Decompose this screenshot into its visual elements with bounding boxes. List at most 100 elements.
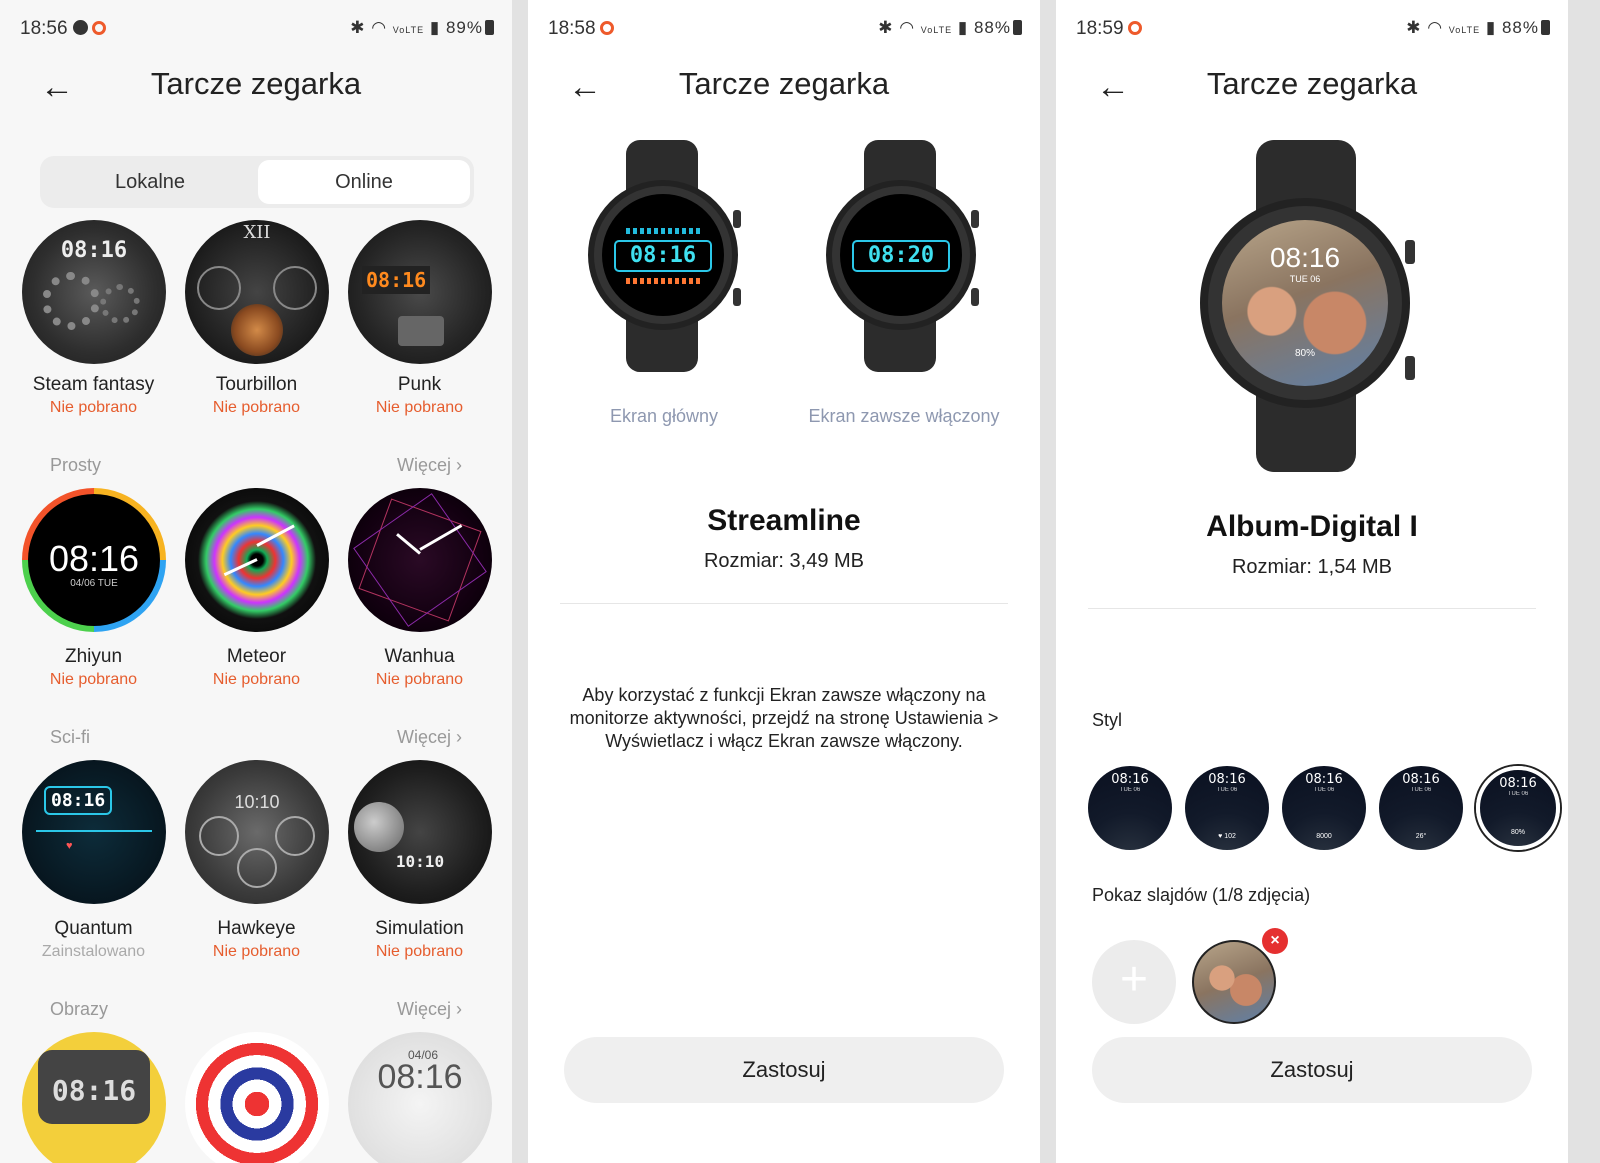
caption-main-screen: Ekran główny <box>609 406 719 426</box>
photo-time: 08:16 <box>1269 242 1341 273</box>
face-name: Steam fantasy <box>32 374 155 395</box>
face-status: Nie pobrano <box>375 399 464 416</box>
watch-screen: 08:16 <box>602 194 724 316</box>
divider <box>560 603 1008 604</box>
watch-crown-top-icon <box>971 210 979 228</box>
volte-icon: VoLTE <box>920 25 953 35</box>
face-quantum[interactable]: 08:16 ♥ <box>22 760 166 904</box>
status-time: 18:59 <box>1076 18 1124 39</box>
style-option-1[interactable]: 08:16 TUE 06 <box>1088 766 1172 850</box>
style-time: 08:16 <box>1402 772 1440 787</box>
battery-icon <box>1541 20 1550 35</box>
style-date: TUE 06 <box>1216 787 1238 793</box>
face-date: 04/06 TUE <box>70 578 118 589</box>
status-bar: 18:56 ✱ ◠ VoLTE ▮ 89% <box>20 18 494 42</box>
face-size: Rozmiar: 1,54 MB <box>1231 556 1393 578</box>
face-hawkeye[interactable]: 10:10 <box>185 760 329 904</box>
record-icon <box>599 21 614 35</box>
face-zhiyun[interactable]: 08:16 04/06 TUE <box>22 488 166 632</box>
divider <box>1088 608 1536 609</box>
face-white-digital[interactable]: 04/06 08:16 <box>348 1032 492 1163</box>
face-time: 08:16 <box>60 238 128 263</box>
more-label: Więcej <box>396 727 451 747</box>
tab-online[interactable]: Online <box>258 160 470 204</box>
face-name: Tourbillon <box>215 374 298 395</box>
section-title-prosty: Prosty <box>50 455 102 475</box>
style-time: 08:16 <box>1208 772 1246 787</box>
face-title: Streamline <box>707 504 861 537</box>
face-yellow-digital[interactable]: 08:16 <box>22 1032 166 1163</box>
face-target[interactable] <box>185 1032 329 1163</box>
signal-icon: ▮ <box>429 18 441 37</box>
more-label: Więcej <box>396 455 451 475</box>
caption-aod-screen: Ekran zawsze włączony <box>808 406 1000 426</box>
face-meteor[interactable] <box>185 488 329 632</box>
face-tourbillon[interactable]: XII <box>185 220 329 364</box>
face-time: 08:16 <box>377 1058 463 1096</box>
arrows-icon <box>626 278 700 284</box>
page-title: Tarcze zegarka <box>150 66 362 101</box>
signal-icon: ▮ <box>957 18 969 37</box>
face-time: 10:10 <box>234 792 280 812</box>
face-status: Nie pobrano <box>375 943 464 960</box>
more-link-scifi[interactable]: Więcej › <box>397 727 462 748</box>
face-punk[interactable]: 08:16 <box>348 220 492 364</box>
face-time: 10:10 <box>395 852 445 871</box>
messenger-icon <box>72 20 88 35</box>
style-time: 08:16 <box>1111 772 1149 787</box>
style-time: 08:16 <box>1305 772 1343 787</box>
page-title: Tarcze zegarka <box>1206 66 1418 101</box>
watch-crown-bottom-icon <box>1405 356 1415 380</box>
more-label: Więcej <box>396 999 451 1019</box>
style-option-4[interactable]: 08:16 TUE 06 26° <box>1379 766 1463 850</box>
machinery-icon <box>398 316 444 346</box>
face-status: Nie pobrano <box>212 943 301 960</box>
face-time: 08:16 <box>48 538 140 579</box>
battery-icon <box>1013 20 1022 35</box>
face-name: Hawkeye <box>217 918 296 939</box>
tab-local[interactable]: Lokalne <box>44 160 256 204</box>
section-title-obrazy: Obrazy <box>50 999 109 1019</box>
style-option-3[interactable]: 08:16 TUE 06 8000 <box>1282 766 1366 850</box>
style-label: Styl <box>1092 710 1123 730</box>
source-tabs: Lokalne Online <box>40 156 474 208</box>
face-time: 08:16 <box>362 266 431 294</box>
volte-icon: VoLTE <box>392 25 425 35</box>
add-photo-button[interactable]: + <box>1092 940 1176 1024</box>
wifi-icon: ◠ <box>371 18 388 37</box>
battery-percent: 88% <box>1501 18 1539 37</box>
face-status: Nie pobrano <box>49 671 138 688</box>
face-name: Quantum <box>54 918 133 939</box>
subdial-bottom-icon <box>237 848 277 888</box>
face-simulation[interactable]: 10:10 <box>348 760 492 904</box>
arrows-icon <box>626 228 700 234</box>
style-date: TUE 06 <box>1313 787 1335 793</box>
apply-button[interactable]: Zastosuj <box>564 1037 1004 1103</box>
style-option-5-selected[interactable]: 08:16 TUE 06 80% <box>1476 766 1560 850</box>
status-time: 18:56 <box>20 18 68 39</box>
style-time: 08:16 <box>1499 776 1537 791</box>
apply-button[interactable]: Zastosuj <box>1092 1037 1532 1103</box>
hour-hand-icon <box>223 558 258 577</box>
more-link-obrazy[interactable]: Więcej › <box>397 999 462 1020</box>
style-sub: 80% <box>1510 829 1525 836</box>
screen-watch-faces-online: 18:56 ✱ ◠ VoLTE ▮ 89% ← Tarcze zegarka L… <box>0 0 512 1163</box>
photo-date: TUE 06 <box>1289 274 1321 284</box>
more-link-prosty[interactable]: Więcej › <box>397 455 462 476</box>
face-wanhua[interactable] <box>348 488 492 632</box>
chevron-right-icon: › <box>456 727 462 747</box>
face-steam-fantasy[interactable]: 08:16 <box>22 220 166 364</box>
face-title: Album-Digital I <box>1206 510 1418 543</box>
battery-percent: 89% <box>445 18 483 37</box>
style-option-2[interactable]: 08:16 TUE 06 ♥ 102 <box>1185 766 1269 850</box>
face-name: Punk <box>397 374 442 395</box>
watch-preview-aod: 08:20 <box>826 140 984 372</box>
subdial-right-icon <box>275 816 315 856</box>
screen-face-detail-streamline: 18:58 ✱ ◠ VoLTE ▮ 88% ← Tarcze zegarka 0… <box>528 0 1040 1163</box>
minute-hand-icon <box>256 524 295 547</box>
wifi-icon: ◠ <box>1427 18 1444 37</box>
remove-photo-close-icon[interactable]: × <box>1262 928 1288 954</box>
style-date: TUE 06 <box>1410 787 1432 793</box>
slideshow-photo[interactable] <box>1192 940 1276 1024</box>
heart-icon: ♥ <box>66 840 73 852</box>
